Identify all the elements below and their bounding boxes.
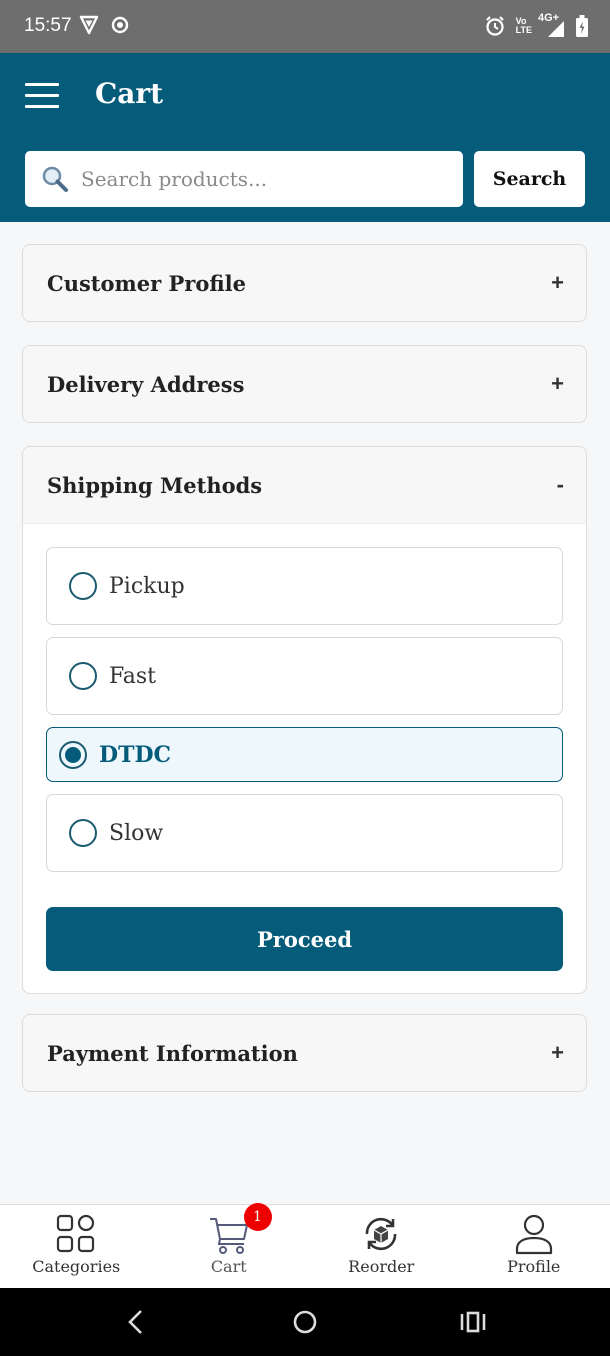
search-box[interactable]: [25, 151, 463, 207]
shipping-option-fast[interactable]: Fast: [46, 637, 563, 715]
nav-label-profile: Profile: [507, 1257, 561, 1276]
radio-button-icon[interactable]: [69, 572, 97, 600]
shipping-methods-panel: Shipping Methods - Pickup Fast DTDC Slow…: [22, 446, 587, 994]
vpn-icon: [79, 15, 99, 35]
page-title: Cart: [95, 77, 164, 110]
delivery-address-panel: Delivery Address +: [22, 345, 587, 423]
search-input[interactable]: [81, 167, 421, 191]
nav-item-cart[interactable]: 1 Cart: [153, 1203, 306, 1288]
person-icon: [515, 1214, 552, 1255]
shipping-option-dtdc[interactable]: DTDC: [46, 727, 563, 782]
shipping-methods-title: Shipping Methods: [47, 472, 263, 498]
nav-label-reorder: Reorder: [348, 1257, 415, 1276]
option-label: DTDC: [99, 741, 172, 768]
volte-icon: Vo LTE: [516, 17, 532, 35]
search-icon: [42, 166, 68, 192]
nav-label-categories: Categories: [32, 1257, 121, 1276]
option-label: Fast: [109, 663, 157, 689]
radio-button-selected-icon[interactable]: [59, 740, 87, 769]
nav-item-categories[interactable]: Categories: [0, 1205, 153, 1288]
recents-icon[interactable]: [459, 1308, 487, 1336]
option-label: Slow: [109, 820, 164, 846]
battery-icon: [576, 15, 588, 37]
delivery-address-header[interactable]: Delivery Address +: [23, 346, 586, 422]
expand-icon[interactable]: +: [551, 1040, 564, 1066]
reorder-icon: [365, 1217, 397, 1251]
collapse-icon[interactable]: -: [557, 472, 564, 498]
payment-information-header[interactable]: Payment Information +: [23, 1015, 586, 1091]
status-right-icons: Vo LTE 4G+: [484, 12, 588, 39]
customer-profile-header[interactable]: Customer Profile +: [23, 245, 586, 321]
customer-profile-title: Customer Profile: [47, 270, 246, 296]
status-bar: 15:57 Vo LTE 4G+: [0, 0, 610, 53]
shipping-option-pickup[interactable]: Pickup: [46, 547, 563, 625]
radio-button-icon[interactable]: [69, 819, 97, 847]
shipping-methods-body: Pickup Fast DTDC Slow Proceed: [23, 523, 586, 993]
search-button[interactable]: Search: [474, 151, 585, 207]
shipping-methods-header[interactable]: Shipping Methods -: [23, 447, 586, 523]
app-header: Cart Search: [0, 53, 610, 222]
shipping-option-slow[interactable]: Slow: [46, 794, 563, 872]
delivery-address-title: Delivery Address: [47, 371, 245, 397]
proceed-button[interactable]: Proceed: [46, 907, 563, 971]
payment-information-panel: Payment Information +: [22, 1014, 587, 1092]
payment-information-title: Payment Information: [47, 1040, 298, 1066]
back-icon[interactable]: [124, 1308, 148, 1336]
eye-icon: [111, 16, 129, 34]
grid-icon: [57, 1214, 95, 1253]
bottom-nav: Categories 1 Cart Reorder Profile: [0, 1203, 610, 1288]
customer-profile-panel: Customer Profile +: [22, 244, 587, 322]
volte-bottom: LTE: [515, 25, 532, 35]
status-time: 15:57: [24, 15, 72, 36]
alarm-icon: [485, 16, 504, 36]
cart-count-badge: 1: [243, 1203, 272, 1231]
option-label: Pickup: [109, 573, 185, 599]
nav-item-reorder[interactable]: Reorder: [305, 1205, 458, 1288]
hamburger-menu-icon[interactable]: [25, 83, 59, 109]
radio-button-icon[interactable]: [69, 662, 97, 690]
signal-icon: 4G+: [538, 12, 566, 37]
expand-icon[interactable]: +: [551, 270, 564, 296]
nav-item-profile[interactable]: Profile: [458, 1205, 610, 1288]
system-nav-bar: [0, 1288, 610, 1356]
home-icon[interactable]: [292, 1308, 318, 1336]
nav-label-cart: Cart: [210, 1257, 247, 1276]
expand-icon[interactable]: +: [551, 371, 564, 397]
